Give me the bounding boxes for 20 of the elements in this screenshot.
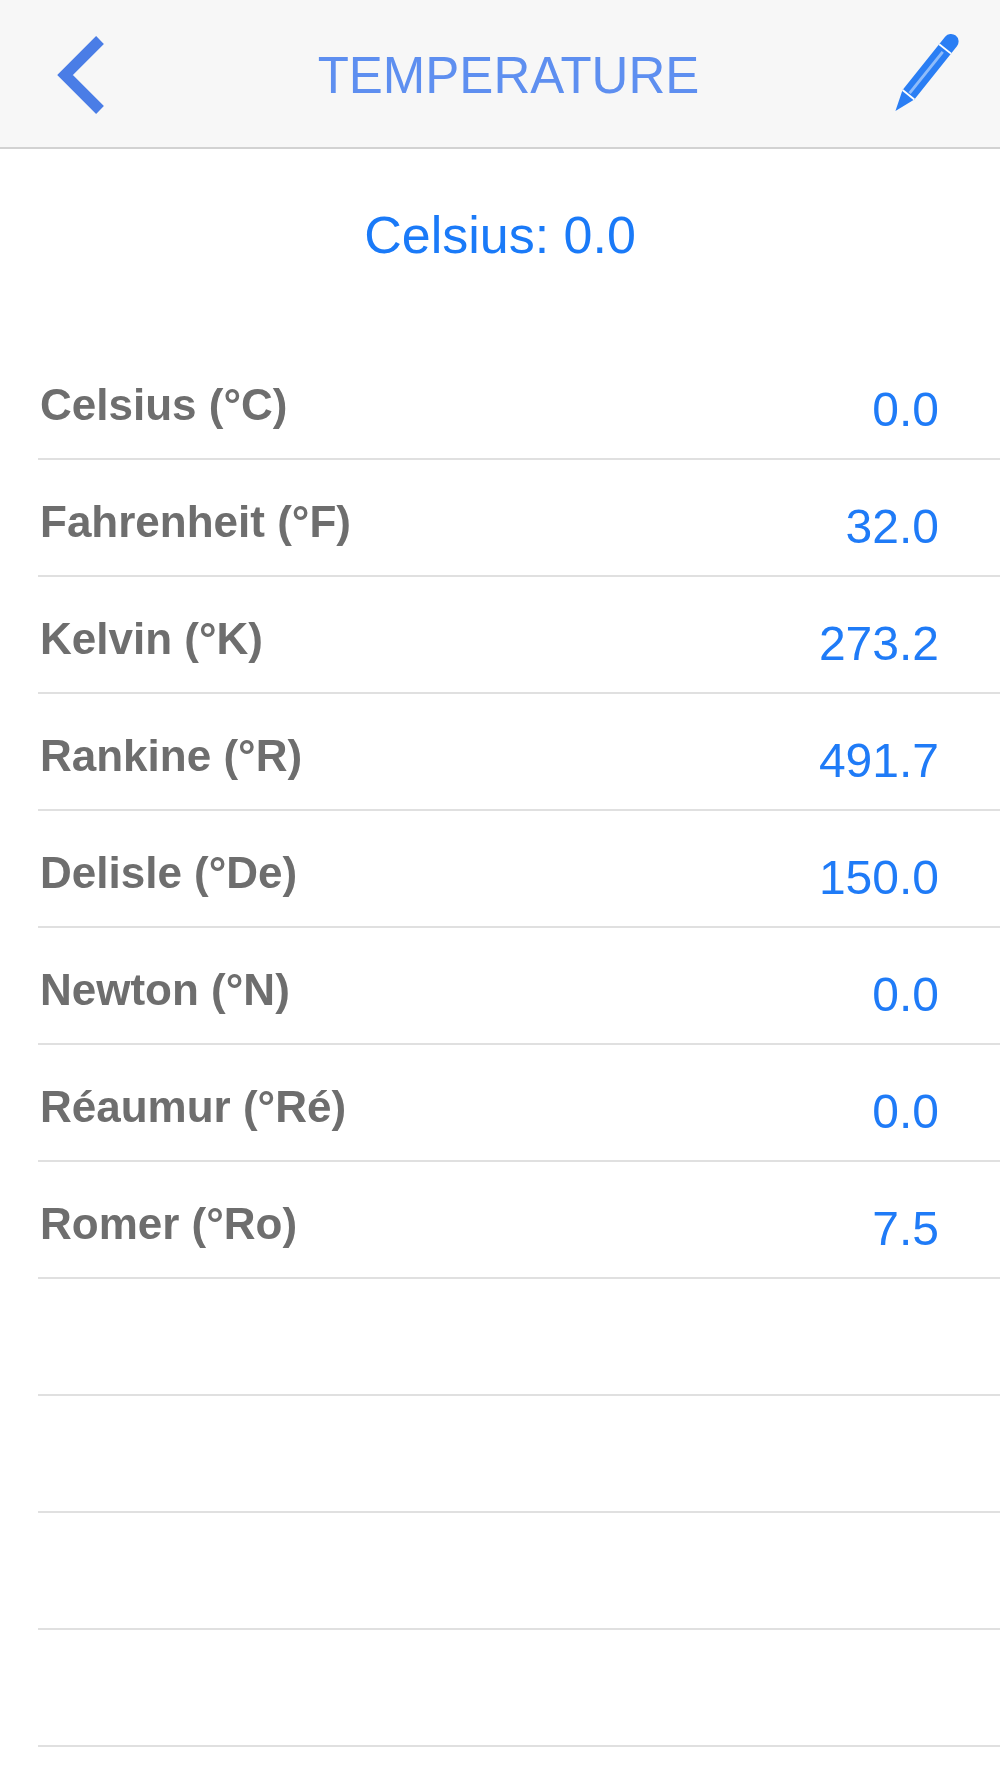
unit-value: 7.5 [872, 1201, 939, 1257]
nav-title: TEMPERATURE [317, 45, 700, 106]
unit-name: Celsius (°C) [40, 380, 288, 430]
unit-value: 273.2 [818, 616, 939, 672]
chevron-left-icon [57, 35, 105, 114]
unit-value: 491.7 [818, 733, 939, 789]
unit-value: 0.0 [872, 1084, 939, 1140]
unit-value: 0.0 [872, 967, 939, 1023]
unit-name: Rankine (°R) [40, 731, 303, 781]
unit-name: Delisle (°De) [40, 848, 298, 898]
conversion-result: Celsius: 0.0 [364, 206, 636, 264]
unit-name: Fahrenheit (°F) [40, 497, 351, 547]
unit-name: Romer (°Ro) [40, 1199, 298, 1249]
unit-name: Newton (°N) [40, 965, 290, 1015]
unit-name: Réaumur (°Ré) [40, 1082, 347, 1132]
unit-value: 150.0 [818, 850, 939, 906]
unit-value: 0.0 [872, 382, 939, 438]
unit-value: 32.0 [845, 499, 939, 555]
back-button[interactable] [57, 35, 105, 114]
unit-name: Kelvin (°K) [40, 614, 263, 664]
